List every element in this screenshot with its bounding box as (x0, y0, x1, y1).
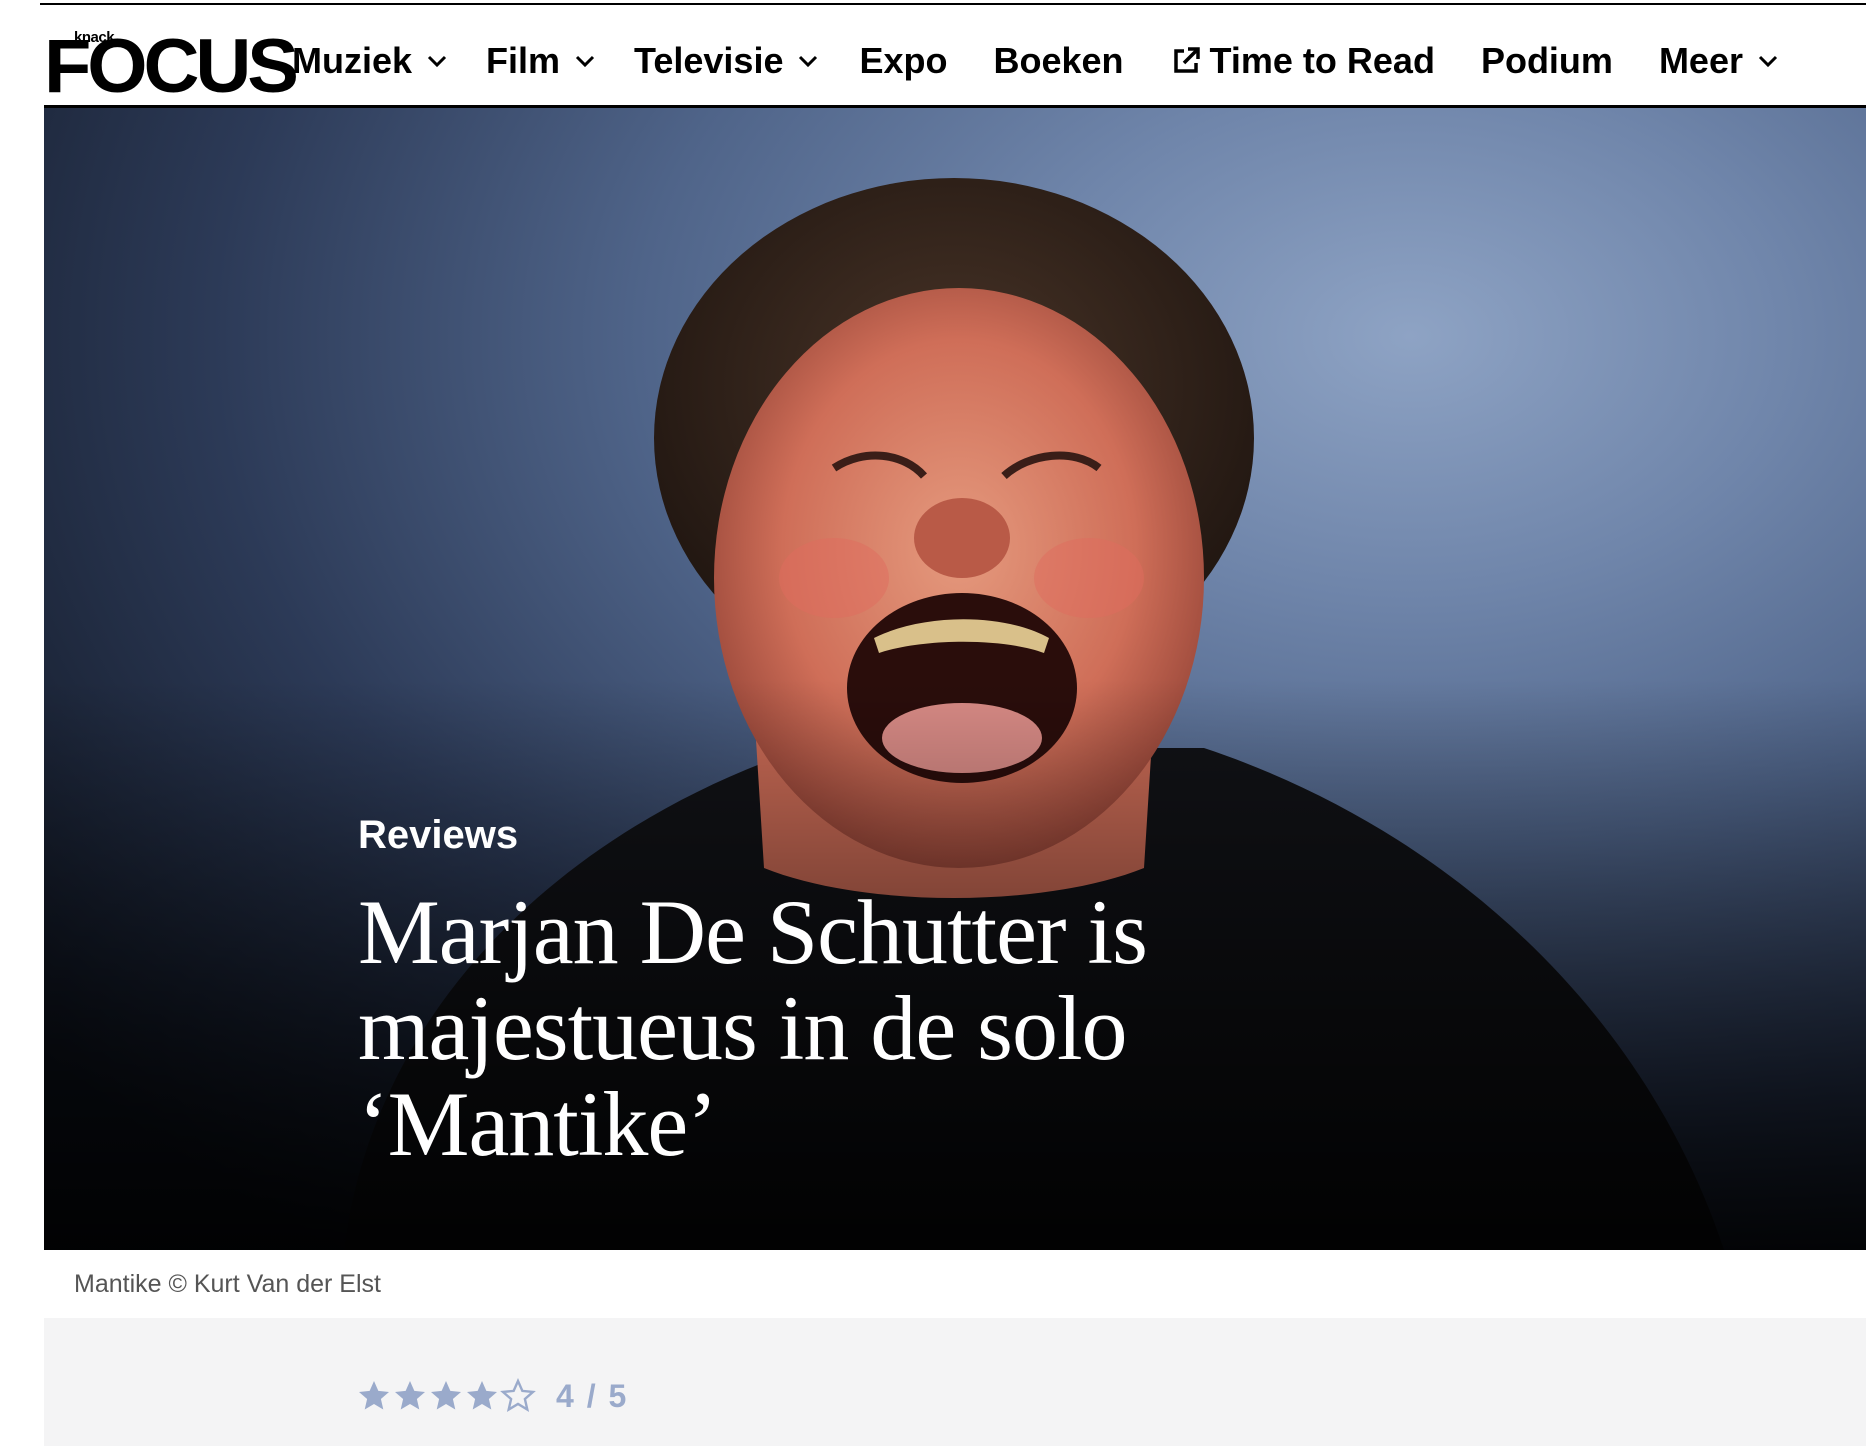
nav-item-expo[interactable]: Expo (859, 40, 947, 82)
chevron-down-icon (1758, 55, 1778, 68)
nav-item-label: Expo (859, 40, 948, 81)
star-rating (356, 1378, 536, 1414)
star-filled-icon (395, 1381, 425, 1410)
nav-item-label: Boeken (993, 40, 1124, 81)
nav-item-label: Time to Read (1209, 40, 1435, 81)
nav-item-label: Podium (1480, 40, 1613, 81)
chevron-down-icon (575, 55, 595, 68)
chevron-down-icon (799, 55, 818, 68)
nav-item-film[interactable]: Film (486, 40, 596, 82)
nav-item-label: Film (486, 40, 561, 81)
external-link-icon (1173, 47, 1200, 73)
hero-text: Reviews Marjan De Schutter is majestueus… (358, 813, 1358, 1172)
star-empty-icon (500, 1378, 536, 1412)
focus-logo[interactable]: FOCUS knack (44, 23, 299, 107)
nav-item-label: Muziek (292, 40, 413, 81)
site-header: FOCUS knack Muziek Film Televisie Expo B… (44, 5, 1866, 107)
nav-item-televisie[interactable]: Televisie (634, 40, 819, 82)
nav-item-time-to-read[interactable]: Time to Read (1170, 40, 1435, 82)
star-filled-icon (467, 1381, 497, 1410)
image-caption: Mantike © Kurt Van der Elst (74, 1270, 381, 1298)
rating-score: 4 / 5 (556, 1378, 629, 1414)
nav-item-label: Meer (1658, 40, 1743, 81)
main-nav: Muziek Film Televisie Expo Boeken Time t… (292, 33, 1779, 89)
chevron-down-icon (427, 55, 447, 68)
nav-item-boeken[interactable]: Boeken (994, 40, 1124, 82)
rating-panel: 4 / 5 (44, 1318, 1866, 1446)
nav-item-meer[interactable]: Meer (1659, 40, 1779, 82)
nav-item-podium[interactable]: Podium (1481, 40, 1613, 82)
nav-item-muziek[interactable]: Muziek (292, 40, 448, 82)
star-filled-icon (359, 1381, 389, 1410)
article-category[interactable]: Reviews (358, 813, 1358, 858)
hero-image: Reviews Marjan De Schutter is majestueus… (44, 108, 1866, 1250)
article-title: Marjan De Schutter is majestueus in de s… (358, 881, 1148, 1175)
star-filled-icon (431, 1381, 461, 1410)
nav-item-label: Televisie (634, 40, 784, 81)
logo-knack-label: knack (74, 29, 115, 46)
